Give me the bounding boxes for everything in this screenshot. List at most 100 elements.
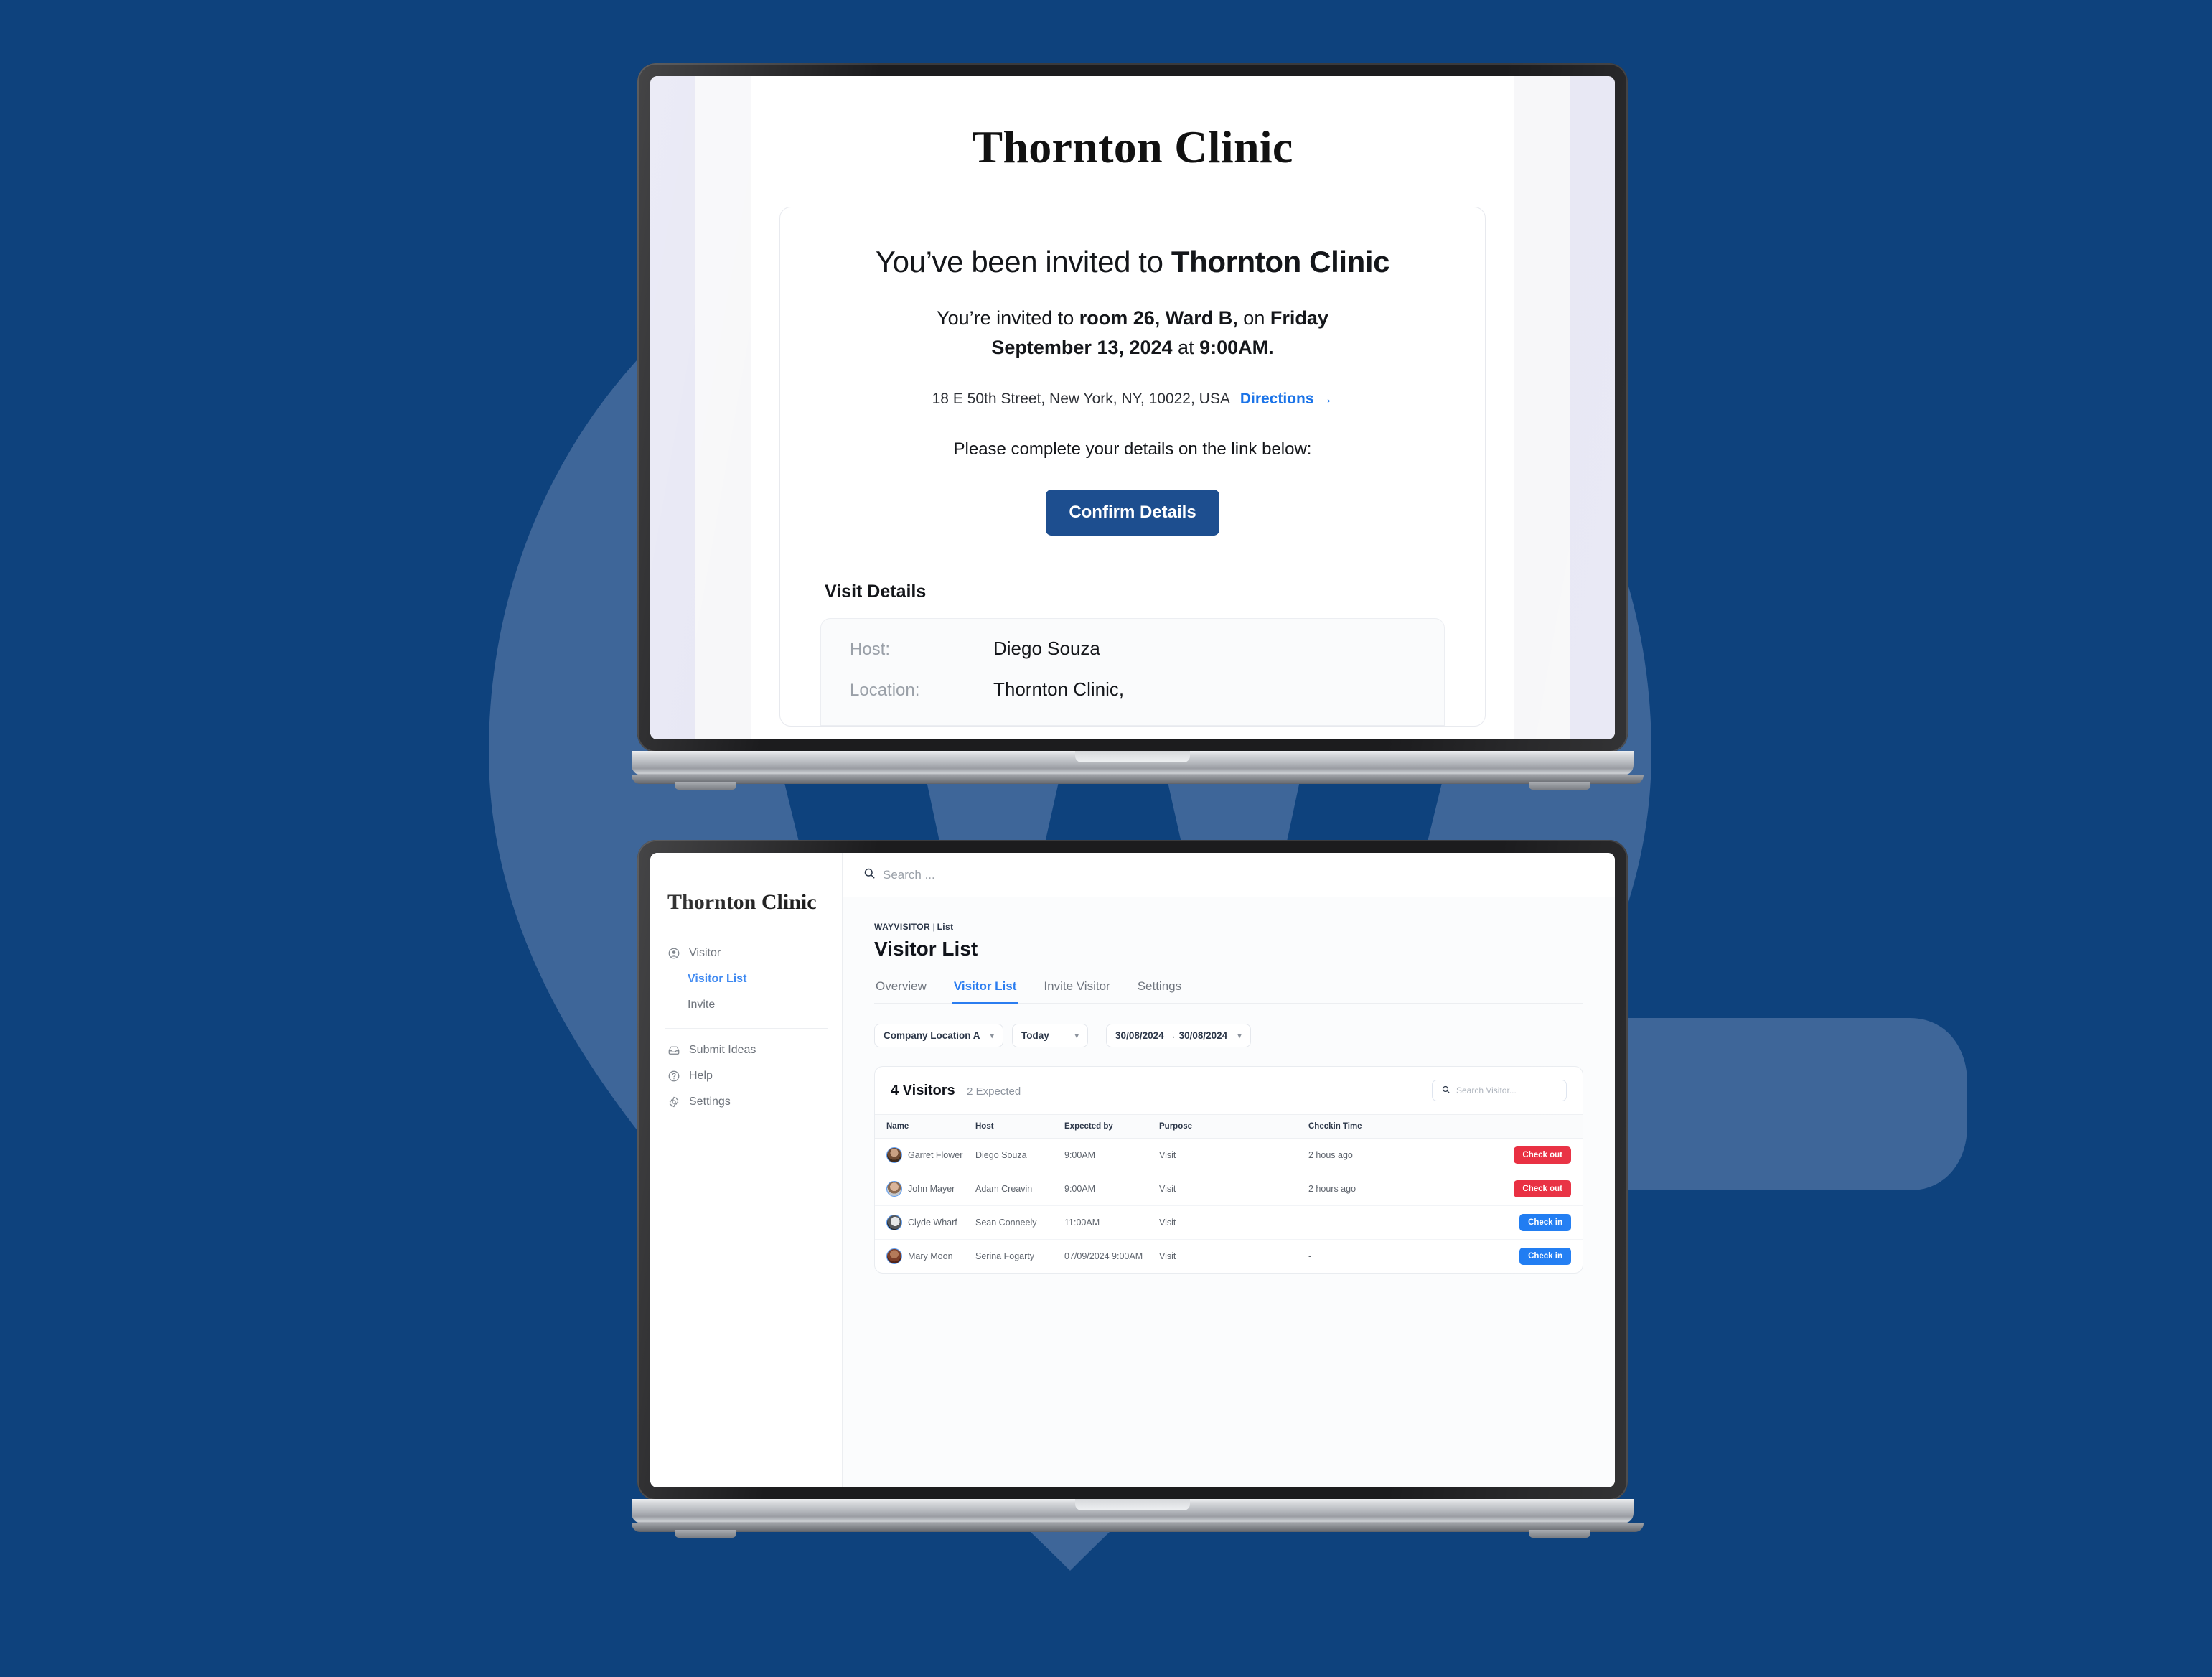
top-search-bar[interactable]: Search ... bbox=[843, 853, 1615, 897]
laptop-top-deck-shadow bbox=[632, 775, 1644, 784]
email-address: 18 E 50th Street, New York, NY, 10022, U… bbox=[932, 391, 1230, 407]
search-icon bbox=[1441, 1085, 1451, 1096]
avatar bbox=[886, 1248, 902, 1264]
breadcrumb-leaf: List bbox=[937, 922, 954, 932]
visitor-checkin-time: - bbox=[1308, 1251, 1312, 1261]
sidebar-item-settings[interactable]: Settings bbox=[650, 1089, 842, 1115]
sidebar-item-label: Help bbox=[689, 1070, 713, 1082]
table-row[interactable]: John Mayer Adam Creavin 9:00AM Visit 2 h… bbox=[875, 1172, 1583, 1206]
tab-visitor-list[interactable]: Visitor List bbox=[952, 979, 1018, 1004]
visitor-expected-count: 2 Expected bbox=[967, 1085, 1021, 1098]
visitor-dashboard: Thornton Clinic Visitor Visitor List Inv… bbox=[650, 853, 1615, 1487]
tab-overview[interactable]: Overview bbox=[874, 979, 928, 1004]
search-icon bbox=[863, 866, 876, 883]
visit-details-value: Diego Souza bbox=[993, 637, 1100, 659]
tab-settings[interactable]: Settings bbox=[1136, 979, 1183, 1004]
email-body: Thornton Clinic You’ve been invited to T… bbox=[751, 76, 1514, 739]
email-address-row: 18 E 50th Street, New York, NY, 10022, U… bbox=[820, 391, 1445, 408]
check-in-button[interactable]: Check in bbox=[1519, 1214, 1571, 1231]
user-circle-icon bbox=[667, 947, 680, 960]
tab-invite-visitor[interactable]: Invite Visitor bbox=[1042, 979, 1111, 1004]
email-complete-line: Please complete your details on the link… bbox=[953, 439, 1312, 459]
sidebar-brand: Thornton Clinic bbox=[667, 890, 817, 914]
visitor-host: Adam Creavin bbox=[975, 1172, 1064, 1206]
filter-period-dropdown[interactable]: Today ▾ bbox=[1012, 1024, 1089, 1047]
column-header-host: Host bbox=[975, 1114, 1064, 1139]
laptop-top-deck-notch bbox=[1075, 751, 1190, 762]
visitor-count: 4 Visitors bbox=[891, 1082, 955, 1098]
visitor-checkin-time: - bbox=[1308, 1205, 1496, 1240]
breadcrumb-root[interactable]: WAYVISITOR bbox=[874, 922, 930, 932]
page-title: Visitor List bbox=[874, 938, 978, 960]
dashboard-main: Search ... WAYVISITOR | List Visitor List … bbox=[843, 853, 1615, 1487]
visitor-expected-by: 07/09/2024 9:00AM bbox=[1064, 1251, 1143, 1261]
sidebar-item-label: Settings bbox=[689, 1096, 731, 1108]
chevron-down-icon: ▾ bbox=[990, 1032, 995, 1040]
check-out-button[interactable]: Check out bbox=[1514, 1146, 1571, 1164]
visitor-checkin-time: 2 hous ago bbox=[1308, 1138, 1496, 1172]
filter-daterange-dropdown[interactable]: 30/08/2024 → 30/08/2024 ▾ bbox=[1106, 1024, 1251, 1047]
visitor-counts: 4 Visitors 2 Expected bbox=[891, 1083, 1021, 1099]
visit-details-value: Thornton Clinic, bbox=[993, 678, 1125, 700]
column-header-checkin-time: Checkin Time bbox=[1308, 1114, 1496, 1139]
visitor-host: Serina Fogarty bbox=[975, 1251, 1034, 1261]
visit-details-key: Location: bbox=[850, 681, 920, 700]
table-header-row: Name Host Expected by Purpose Checkin Ti… bbox=[875, 1114, 1583, 1139]
laptop-top-lid: Thornton Clinic You’ve been invited to T… bbox=[637, 63, 1628, 752]
table-row[interactable]: Mary Moon Serina Fogarty 07/09/2024 9:00… bbox=[875, 1240, 1583, 1274]
visit-details-row: Host: Diego Souza bbox=[850, 637, 1415, 660]
filter-location-dropdown[interactable]: Company Location A ▾ bbox=[874, 1024, 1004, 1047]
email-inner-gutter-right bbox=[1514, 76, 1570, 739]
visitor-purpose: Visit bbox=[1159, 1251, 1176, 1261]
chevron-down-icon: ▾ bbox=[1237, 1032, 1242, 1040]
table-row[interactable]: Clyde Wharf Sean Conneely 11:00AM Visit … bbox=[875, 1205, 1583, 1240]
sidebar-item-invite[interactable]: Invite bbox=[650, 992, 842, 1018]
avatar bbox=[886, 1181, 902, 1197]
visitor-name: Mary Moon bbox=[908, 1251, 953, 1261]
sidebar-item-visitor[interactable]: Visitor bbox=[650, 940, 842, 966]
laptop-top: Thornton Clinic You’ve been invited to T… bbox=[632, 63, 1644, 790]
tab-bar: Overview Visitor List Invite Visitor Set… bbox=[874, 979, 1583, 1004]
email-headline: You’ve been invited to Thornton Clinic bbox=[820, 245, 1445, 279]
gear-icon bbox=[667, 1096, 680, 1108]
email-gutter-right bbox=[1570, 76, 1615, 739]
directions-link[interactable]: Directions → bbox=[1240, 391, 1334, 407]
check-in-button[interactable]: Check in bbox=[1519, 1248, 1571, 1265]
table-row[interactable]: Garret Flower Diego Souza 9:00AM Visit 2… bbox=[875, 1138, 1583, 1172]
visit-details-box: Host: Diego Souza Location: Thornton Cli… bbox=[820, 618, 1445, 726]
visitor-table: Name Host Expected by Purpose Checkin Ti… bbox=[875, 1114, 1583, 1273]
confirm-details-button[interactable]: Confirm Details bbox=[1046, 490, 1219, 536]
invite-room: room 26, Ward B, bbox=[1079, 307, 1238, 329]
top-search-placeholder: Search ... bbox=[883, 867, 935, 882]
visitor-table-head: Name Host Expected by Purpose Checkin Ti… bbox=[875, 1114, 1583, 1139]
email-headline-prefix: You’ve been invited to bbox=[875, 245, 1171, 279]
dashboard-content: WAYVISITOR | List Visitor List Overview Vi… bbox=[843, 897, 1615, 1487]
sidebar-item-submit-ideas[interactable]: Submit Ideas bbox=[650, 1037, 842, 1063]
filter-period-label: Today bbox=[1021, 1030, 1049, 1041]
visitor-expected-by: 9:00AM bbox=[1064, 1172, 1159, 1206]
laptop-bottom-foot-left bbox=[675, 1530, 736, 1538]
visitor-name-cell: John Mayer bbox=[886, 1181, 975, 1197]
visitor-host: Sean Conneely bbox=[975, 1205, 1064, 1240]
sidebar-item-help[interactable]: Help bbox=[650, 1063, 842, 1089]
visitor-purpose: Visit bbox=[1159, 1138, 1308, 1172]
invite-day: Friday bbox=[1270, 307, 1328, 329]
chevron-down-icon: ▾ bbox=[1074, 1032, 1079, 1040]
visitor-search-input[interactable]: Search Visitor... bbox=[1432, 1080, 1567, 1101]
sidebar-item-label: Visitor bbox=[689, 947, 721, 959]
visitor-expected-by: 9:00AM bbox=[1064, 1138, 1159, 1172]
filter-bar: Company Location A ▾ Today ▾ 30/08/2024 … bbox=[874, 1024, 1583, 1047]
laptop-bottom-lid: Thornton Clinic Visitor Visitor List Inv… bbox=[637, 840, 1628, 1500]
check-out-button[interactable]: Check out bbox=[1514, 1180, 1571, 1197]
visitor-name-cell: Clyde Wharf bbox=[886, 1215, 975, 1230]
filter-daterange-label: 30/08/2024 → 30/08/2024 bbox=[1115, 1030, 1228, 1041]
sidebar-item-visitor-list[interactable]: Visitor List bbox=[650, 966, 842, 992]
laptop-bottom-foot-right bbox=[1529, 1530, 1590, 1538]
visitor-purpose: Visit bbox=[1159, 1205, 1308, 1240]
invite-text-b: on bbox=[1237, 307, 1270, 329]
laptop-top-deck bbox=[632, 751, 1634, 775]
visit-details-row: Location: Thornton Clinic, bbox=[850, 678, 1415, 701]
email-gutter-left bbox=[650, 76, 695, 739]
laptop-bottom-screen: Thornton Clinic Visitor Visitor List Inv… bbox=[650, 853, 1615, 1487]
visitor-host: Diego Souza bbox=[975, 1138, 1064, 1172]
